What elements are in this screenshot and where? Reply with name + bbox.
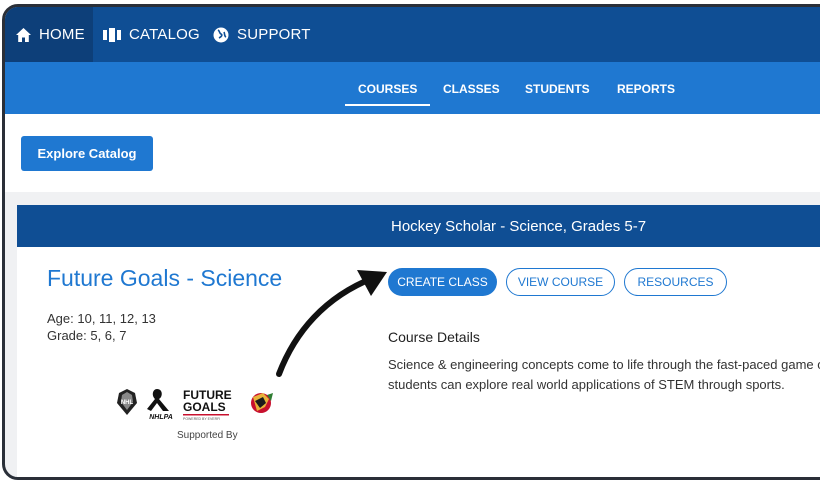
nhlpa-logo: NHLPA [147,389,173,421]
future-goals-line2: GOALS [183,400,226,414]
blackhawks-icon [251,393,273,413]
tab-classes[interactable]: CLASSES [443,82,500,96]
globe-icon [213,27,229,43]
supported-by-label: Supported By [177,430,238,441]
nav-catalog-label: CATALOG [129,26,200,43]
toolbar: Explore Catalog [5,114,820,192]
course-card-header: Hockey Scholar - Science, Grades 5-7 [17,205,820,247]
nav-catalog[interactable]: CATALOG [103,7,200,62]
nav-support[interactable]: SUPPORT [213,7,311,62]
sub-navbar: COURSES CLASSES STUDENTS REPORTS [5,62,820,114]
nav-home-label: HOME [39,26,85,43]
nhl-logo-text: NHL [121,400,134,406]
explore-catalog-button[interactable]: Explore Catalog [21,136,153,171]
course-details-text: Science & engineering concepts come to l… [388,355,820,395]
nav-home[interactable]: HOME [5,7,93,62]
course-age: Age: 10, 11, 12, 13 [47,311,156,326]
nhl-logo: NHL [117,389,137,415]
course-details-line-2: students can explore real world applicat… [388,377,785,392]
course-details-heading: Course Details [388,329,480,345]
annotation-arrow [276,270,387,377]
tab-reports[interactable]: REPORTS [617,82,675,96]
course-card: Hockey Scholar - Science, Grades 5-7 Fut… [17,205,820,477]
nav-support-label: SUPPORT [237,26,311,43]
tab-courses[interactable]: COURSES [344,82,431,106]
course-grade: Grade: 5, 6, 7 [47,328,127,343]
top-navbar: HOME CATALOG SUPPORT [5,7,820,62]
home-icon [16,27,31,42]
create-class-button[interactable]: CREATE CLASS [388,268,497,296]
catalog-icon [103,27,121,42]
partner-logos: NHL NHLPA FUTURE GOALS POWERED BY EVERFI [117,388,273,421]
future-goals-tagline: POWERED BY EVERFI [183,417,220,421]
tab-students[interactable]: STUDENTS [525,82,590,96]
course-details-line-1: Science & engineering concepts come to l… [388,357,820,372]
browser-frame: HOME CATALOG SUPPORT COURSES CLASSES STU… [2,4,820,480]
resources-button[interactable]: RESOURCES [624,268,727,296]
future-goals-logo: FUTURE GOALS POWERED BY EVERFI [183,388,232,421]
nhlpa-logo-text: NHLPA [149,414,173,421]
course-title[interactable]: Future Goals - Science [47,265,282,292]
view-course-button[interactable]: VIEW COURSE [506,268,615,296]
course-header-title: Hockey Scholar - Science, Grades 5-7 [391,217,647,235]
